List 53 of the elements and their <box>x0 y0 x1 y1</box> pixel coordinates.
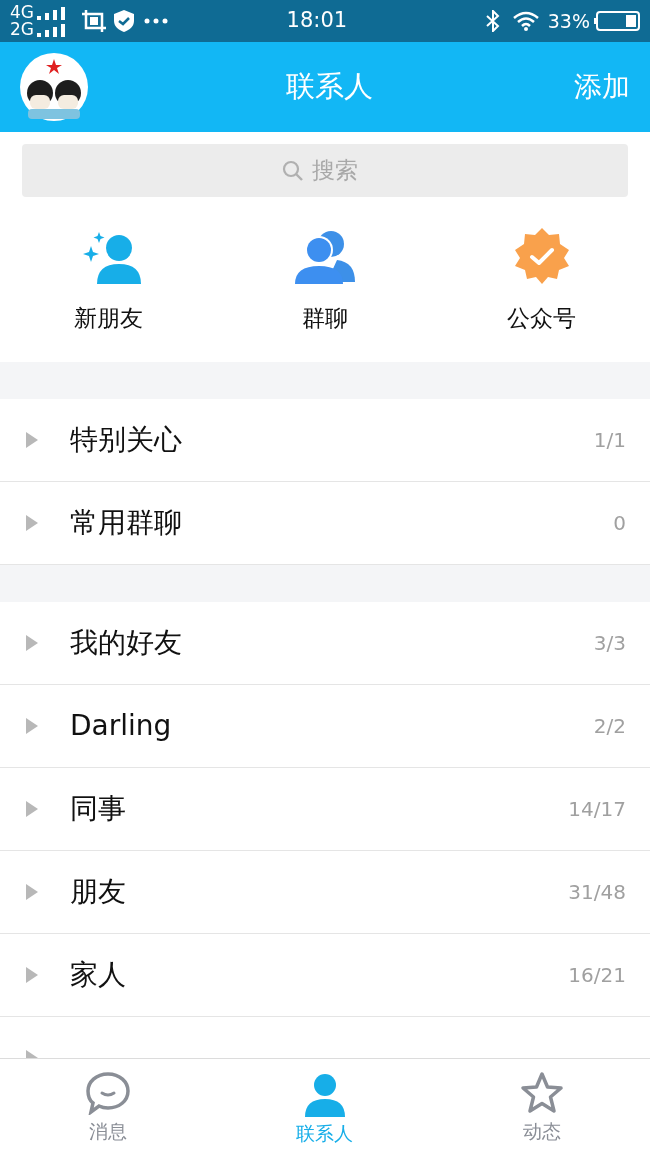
group-count: 14/17 <box>568 796 626 823</box>
more-icon <box>144 18 168 24</box>
battery-percent: 33% <box>547 8 590 34</box>
search-field[interactable]: 搜索 <box>22 144 628 197</box>
screenshot-icon <box>82 10 106 32</box>
group-count: 16/21 <box>568 962 626 989</box>
expand-arrow-icon <box>26 515 38 531</box>
group-row[interactable]: 特别关心 1/1 <box>0 399 650 482</box>
expand-arrow-icon <box>26 967 38 983</box>
group-row[interactable]: 我的好友 3/3 <box>0 602 650 685</box>
signal-icon <box>36 22 66 37</box>
wifi-icon <box>511 11 540 31</box>
network-type: 4G <box>10 4 34 21</box>
shortcut-button[interactable]: 公众号 <box>433 205 650 362</box>
group-row[interactable]: 常用群聊 0 <box>0 482 650 565</box>
group-name: 特别关心 <box>70 422 182 458</box>
group-row[interactable]: 同事 14/17 <box>0 768 650 851</box>
group-row[interactable]: 朋友 31/48 <box>0 851 650 934</box>
group-count: 1/1 <box>593 427 626 454</box>
group-count: 31/48 <box>568 879 626 906</box>
search-icon <box>282 159 304 182</box>
group-name: 同事 <box>70 791 126 827</box>
page-title: 联系人 <box>285 68 373 106</box>
shortcut-button[interactable]: 新朋友 <box>0 205 217 362</box>
group-name: 朋友 <box>70 874 126 910</box>
group-count: 0 <box>613 510 626 537</box>
expand-arrow-icon <box>26 884 38 900</box>
group-count: 2/2 <box>593 713 626 740</box>
group-name: 常用群聊 <box>70 505 182 541</box>
group-name: Darling <box>70 708 172 744</box>
group-name: 家人 <box>70 957 126 993</box>
chat-bubble-icon <box>85 1071 132 1115</box>
expand-arrow-icon <box>26 1050 38 1058</box>
person-icon <box>303 1071 347 1117</box>
signal-icon <box>36 5 66 20</box>
group-row[interactable]: 家人 16/21 <box>0 934 650 1017</box>
search-input[interactable]: 搜索 <box>312 153 368 188</box>
shortcut-button[interactable]: 群聊 <box>216 205 434 362</box>
bluetooth-icon <box>485 10 500 32</box>
network-type: 2G <box>10 21 34 38</box>
avatar[interactable] <box>20 53 88 121</box>
shield-icon <box>114 10 134 32</box>
star-icon <box>519 1071 564 1115</box>
expand-arrow-icon <box>26 635 38 651</box>
group-count: 3/3 <box>593 630 626 657</box>
expand-arrow-icon <box>26 801 38 817</box>
expand-arrow-icon <box>26 432 38 448</box>
group-name: 我的好友 <box>70 625 182 661</box>
two-people-icon <box>293 228 357 284</box>
clock: 18:01 <box>286 7 348 35</box>
battery-icon <box>594 11 640 31</box>
expand-arrow-icon <box>26 718 38 734</box>
group-row[interactable]: Darling 2/2 <box>0 685 650 768</box>
